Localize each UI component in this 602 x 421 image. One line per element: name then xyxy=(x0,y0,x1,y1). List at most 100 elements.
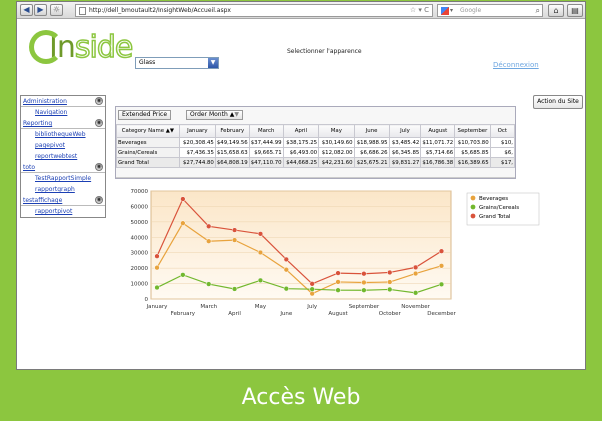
chart-svg: 0 10000 20000 30000 40000 50000 60000 70000 Janu… xyxy=(131,189,540,317)
data-point xyxy=(283,267,289,273)
row-header: Grains/Cereals xyxy=(116,147,180,158)
table-cell: $30,149.60 xyxy=(318,137,355,148)
legend-label: Grains/Cereals xyxy=(479,205,519,211)
sidebar-group-label[interactable]: Reporting xyxy=(23,120,52,127)
sidebar-group-label[interactable]: testaffichage xyxy=(23,197,62,204)
data-point xyxy=(283,256,289,263)
table-cell: $17, xyxy=(489,157,515,168)
x-tick-label: September xyxy=(349,304,380,310)
column-header[interactable]: May xyxy=(318,124,355,138)
table-row: Grains/Cereals $7,436.35 $15,658.63 $9,665.… xyxy=(116,147,515,158)
theme-select[interactable]: Glass ▼ xyxy=(135,57,219,69)
data-point xyxy=(154,284,160,291)
sidebar-item-pagepivot[interactable]: pagepivot xyxy=(21,140,105,151)
row-field-label: Category Name xyxy=(121,128,165,134)
back-icon[interactable]: ◀ xyxy=(20,4,33,16)
y-tick-label: 30000 xyxy=(131,251,149,257)
sidebar-item-bibliothequeweb[interactable]: bibliothequeWeb xyxy=(21,129,105,140)
data-point xyxy=(283,286,289,292)
sidebar-group-label[interactable]: toto xyxy=(23,164,35,171)
column-header[interactable]: April xyxy=(282,124,320,138)
chevron-down-icon[interactable]: ▼ xyxy=(208,58,218,68)
google-icon xyxy=(441,7,449,15)
home-icon[interactable]: ⌂ xyxy=(548,4,564,17)
column-header[interactable]: Oct xyxy=(489,124,515,138)
data-point xyxy=(257,277,264,284)
data-point xyxy=(231,286,238,292)
sidebar-group-reporting[interactable]: Reporting ◉ xyxy=(21,118,105,129)
logout-link[interactable]: Déconnexion xyxy=(493,61,539,69)
x-tick-label: April xyxy=(228,311,241,317)
data-point xyxy=(180,220,186,226)
data-point xyxy=(438,281,445,287)
data-point xyxy=(309,281,315,287)
filter-icon[interactable]: ▼ xyxy=(170,128,174,134)
collapse-icon[interactable]: ◉ xyxy=(95,97,103,105)
chevron-down-icon[interactable]: ▾ xyxy=(450,5,453,16)
table-cell: $10,703.80 xyxy=(454,137,491,148)
y-tick-label: 50000 xyxy=(131,220,149,226)
data-point xyxy=(154,253,160,259)
column-header[interactable]: February xyxy=(214,124,250,138)
sidebar-group-label[interactable]: Administration xyxy=(23,98,67,105)
data-point xyxy=(154,265,160,271)
data-point xyxy=(412,290,419,296)
filter-icon[interactable]: ▼ xyxy=(234,111,239,118)
x-tick-label: July xyxy=(306,304,318,310)
y-tick-label: 40000 xyxy=(131,235,149,241)
data-point xyxy=(257,249,264,256)
collapse-icon[interactable]: ◉ xyxy=(95,196,103,204)
column-header[interactable]: July xyxy=(388,124,422,138)
data-point xyxy=(180,196,186,202)
column-field-chip[interactable]: Order Month ▲▼ xyxy=(186,110,243,120)
pivot-table: Category Name ▲▼ January February March Apri… xyxy=(116,124,515,168)
legend-marker xyxy=(470,204,476,210)
column-header[interactable]: August xyxy=(420,124,456,138)
search-icon[interactable]: ⌕ xyxy=(536,5,540,16)
address-bar[interactable]: http://dell_bmoutault2/InsightWeb/Accuei… xyxy=(75,4,433,17)
y-tick-label: 60000 xyxy=(131,204,149,210)
data-point xyxy=(438,263,445,269)
table-cell: $11,071.72 xyxy=(420,137,456,148)
sidebar-item-reportwebtest[interactable]: reportwebtest xyxy=(21,151,105,162)
row-field-chip[interactable]: Category Name ▲▼ xyxy=(116,124,180,138)
column-header[interactable]: January xyxy=(178,124,216,138)
data-point xyxy=(387,269,393,276)
table-row: Beverages $20,308.45 $49,149.56 $37,444.99 $… xyxy=(116,137,515,148)
sidebar-item-testrapportsimple[interactable]: TestRapportSimple xyxy=(21,173,105,184)
data-point xyxy=(412,270,419,277)
sidebar-group-toto[interactable]: toto ◉ xyxy=(21,162,105,173)
horizontal-scrollbar[interactable]: ◂ ▸ xyxy=(116,177,515,178)
menu-icon[interactable]: ▤ xyxy=(567,4,583,17)
bookmark-star-icon[interactable]: ☆ ▾ C xyxy=(410,5,429,16)
search-placeholder: Google xyxy=(460,7,482,14)
data-point xyxy=(387,279,393,285)
logo-side: side xyxy=(74,29,134,66)
search-input[interactable]: ▾ Google ⌕ xyxy=(437,4,543,17)
history-icon[interactable]: ☼ xyxy=(50,4,63,16)
column-header[interactable]: September xyxy=(454,124,491,138)
table-cell: $5,685.85 xyxy=(454,147,491,158)
sidebar-group-testaffichage[interactable]: testaffichage ◉ xyxy=(21,195,105,206)
x-tick-label: March xyxy=(200,304,217,310)
table-cell: $10, xyxy=(489,137,515,148)
table-cell: $9,665.71 xyxy=(248,147,284,158)
theme-label: Selectionner l'apparence xyxy=(287,48,362,55)
data-field-chip[interactable]: Extended Price xyxy=(118,110,172,120)
column-header[interactable]: March xyxy=(248,124,284,138)
data-point xyxy=(412,264,419,271)
table-cell: $6,686.26 xyxy=(353,147,390,158)
sidebar-item-rapportpivot[interactable]: rapportpivot xyxy=(21,206,105,217)
collapse-icon[interactable]: ◉ xyxy=(95,119,103,127)
column-header[interactable]: June xyxy=(353,124,390,138)
sidebar-group-administration[interactable]: Administration ◉ xyxy=(21,96,105,107)
sidebar-item-rapportgraph[interactable]: rapportgraph xyxy=(21,184,105,195)
x-tick-label: February xyxy=(171,311,196,317)
data-point xyxy=(361,287,367,293)
pivot-header-row: Category Name ▲▼ January February March Apri… xyxy=(116,124,515,138)
table-cell: $9,831.27 xyxy=(388,157,422,168)
collapse-icon[interactable]: ◉ xyxy=(95,163,103,171)
sidebar-item-navigation[interactable]: Navigation xyxy=(21,107,105,118)
forward-icon[interactable]: ▶ xyxy=(34,4,47,16)
site-action-button[interactable]: Action du Site xyxy=(533,95,583,109)
